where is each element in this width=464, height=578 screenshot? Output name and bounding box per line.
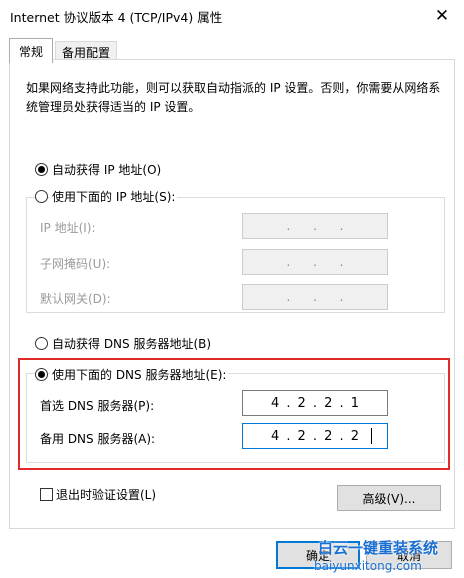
alternate-dns-field[interactable]: 4. 2. 2. 2 [242,423,388,449]
text-caret [371,428,372,444]
tab-label: 常规 [18,44,43,59]
watermark: 白云一键重装系统 baiyunxitong.com [300,533,464,578]
dns-manual-radio[interactable] [35,368,48,381]
default-gateway-label: 默认网关(D): [40,292,111,306]
ip-address-label: IP 地址(I): [40,221,96,235]
ip-manual-radio[interactable] [35,190,48,203]
validate-checkbox[interactable] [40,488,53,501]
dns-octet: 2 [297,395,306,411]
close-icon: ✕ [434,5,450,26]
dns-octet: 1 [350,395,359,411]
dns-octet: 2 [297,428,306,444]
subnet-mask-label: 子网掩码(U): [40,257,111,271]
dns-octet: 2 [324,428,333,444]
title-bar: Internet 协议版本 4 (TCP/IPv4) 属性 ✕ [0,0,464,31]
window-title: Internet 协议版本 4 (TCP/IPv4) 属性 [10,10,223,25]
dns-octet: 4 [270,428,280,444]
close-button[interactable]: ✕ [420,0,464,31]
preferred-dns-label: 首选 DNS 服务器(P): [40,399,155,413]
advanced-button[interactable]: 高级(V)... [337,485,441,511]
dns-manual-label[interactable]: 使用下面的 DNS 服务器地址(E): [50,366,229,383]
default-gateway-field: . . . [242,284,388,310]
watermark-url: baiyunxitong.com [314,559,422,573]
dns-octet: 4 [270,395,280,411]
dns-auto-radio[interactable] [35,337,48,350]
validate-label[interactable]: 退出时验证设置(L) [56,486,156,503]
dns-octet: 2 [324,395,333,411]
ip-auto-label[interactable]: 自动获得 IP 地址(O) [52,161,161,178]
tab-general[interactable]: 常规 [9,38,53,63]
ip-auto-radio[interactable] [35,163,48,176]
subnet-mask-field: . . . [242,249,388,275]
ip-address-field: . . . [242,213,388,239]
description-text: 如果网络支持此功能，则可以获取自动指派的 IP 设置。否则，你需要从网络系统管理… [26,81,441,114]
advanced-label: 高级(V)... [362,491,416,506]
watermark-brand: 白云一键重装系统 [318,539,439,557]
preferred-dns-field[interactable]: 4. 2. 2. 1 [242,390,388,416]
dns-auto-label[interactable]: 自动获得 DNS 服务器地址(B) [52,335,211,352]
dns-manual-group [26,373,445,463]
dns-octet: 2 [350,428,359,444]
ip-manual-label[interactable]: 使用下面的 IP 地址(S): [50,188,178,205]
alternate-dns-label: 备用 DNS 服务器(A): [40,432,156,446]
